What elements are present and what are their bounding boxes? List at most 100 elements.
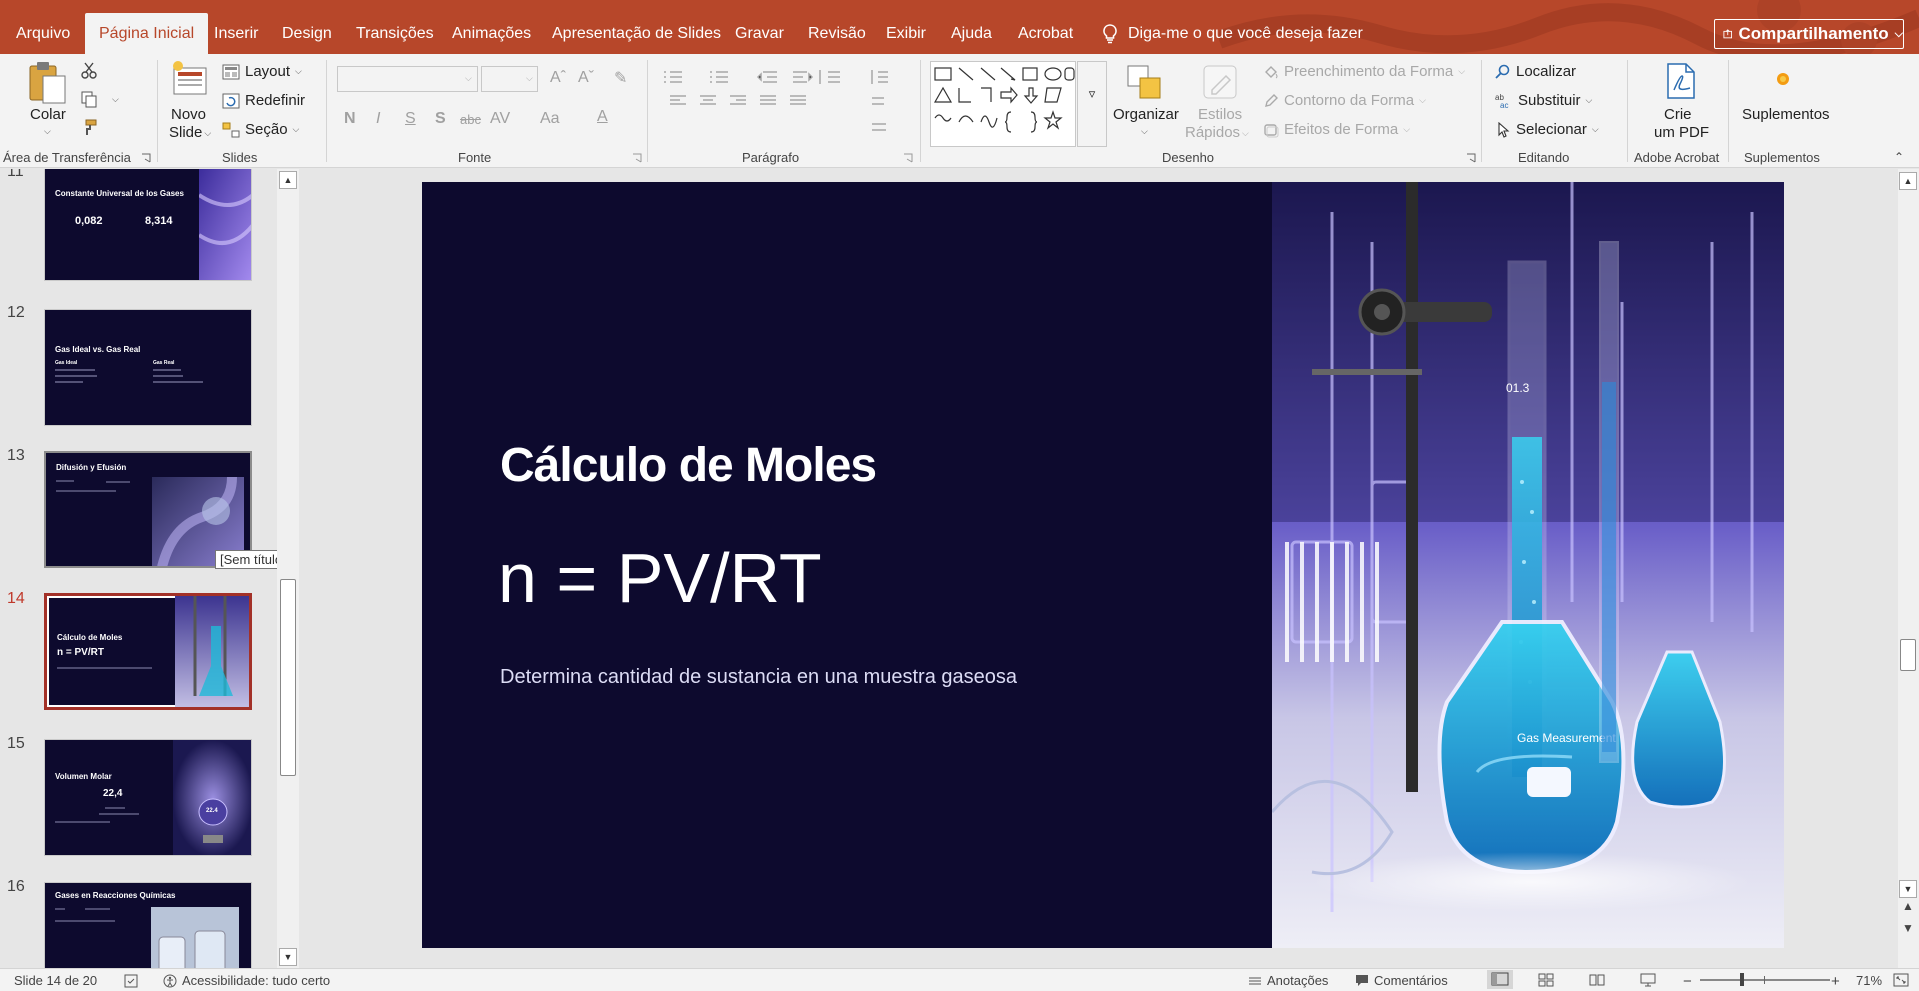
share-button[interactable]: Compartilhamento ⌵ — [1714, 19, 1904, 49]
italic-icon[interactable]: I — [376, 110, 380, 128]
format-painter-icon[interactable] — [80, 118, 98, 136]
slide-thumbnail-12[interactable]: Gas Ideal vs. Gas Real Gas Ideal Gas Rea… — [44, 309, 252, 426]
thumbnail-title: Cálculo de Moles — [57, 633, 123, 642]
slide-sorter-icon[interactable] — [1538, 973, 1554, 987]
slide-thumbnail-15[interactable]: Volumen Molar 22,4 22.4 — [44, 739, 252, 856]
zoom-level[interactable]: 71% — [1856, 973, 1882, 988]
increase-font-icon[interactable]: Aˆ — [550, 69, 566, 87]
clear-formatting-icon[interactable]: ✎ — [614, 68, 627, 88]
editor-scrollbar[interactable]: ▲ ▼ ▲︎ ▼︎ — [1898, 169, 1919, 968]
reset-button[interactable]: Redefinir — [222, 92, 305, 109]
text-shadow-icon[interactable]: S — [435, 110, 446, 128]
add-ins-label[interactable]: Suplementos — [1742, 106, 1830, 124]
reset-label: Redefinir — [245, 92, 306, 109]
collapse-ribbon-icon[interactable]: ⌃ — [1894, 150, 1904, 164]
new-slide-button[interactable]: Slide ⌵ — [169, 124, 211, 142]
character-spacing-icon[interactable]: AV — [490, 110, 510, 128]
font-color-icon[interactable]: A — [597, 108, 608, 126]
shapes-more-button[interactable]: ▿ — [1077, 61, 1107, 147]
section-icon — [222, 122, 240, 137]
tab-acrobat[interactable]: Acrobat — [1004, 13, 1087, 54]
arrange-chevron-icon[interactable]: ⌵ — [1141, 126, 1148, 137]
paste-button[interactable] — [26, 60, 70, 108]
add-ins-icon[interactable] — [1774, 70, 1792, 88]
copy-chevron-icon[interactable]: ⌵ — [112, 94, 119, 105]
select-button[interactable]: Selecionar ⌵ — [1495, 121, 1599, 138]
slideshow-icon[interactable] — [1640, 973, 1656, 987]
thumbnail-text-lines — [55, 807, 139, 823]
tab-exibir[interactable]: Exibir — [872, 13, 940, 54]
tab-revisao[interactable]: Revisão — [794, 13, 880, 54]
shapes-gallery[interactable] — [930, 61, 1076, 147]
zoom-slider-thumb[interactable] — [1740, 973, 1744, 986]
dialog-launcher-icon[interactable] — [903, 153, 913, 163]
accessibility-status[interactable]: Acessibilidade: tudo certo — [163, 973, 330, 988]
font-name-combobox[interactable] — [337, 66, 478, 92]
find-button[interactable]: Localizar — [1495, 63, 1576, 80]
normal-view-button[interactable] — [1487, 970, 1513, 989]
new-slide-icon[interactable] — [170, 60, 210, 100]
decrease-font-icon[interactable]: Aˇ — [578, 69, 594, 87]
scroll-up-icon[interactable]: ▲ — [1899, 172, 1917, 190]
share-icon — [1723, 29, 1733, 39]
slide-title[interactable]: Cálculo de Moles — [500, 438, 877, 493]
thumbnail-scrollbar-thumb[interactable] — [280, 579, 296, 776]
zoom-slider[interactable] — [1700, 973, 1830, 986]
zoom-in-icon[interactable]: + — [1831, 973, 1840, 990]
slide-counter: Slide 14 de 20 — [14, 973, 98, 988]
fit-to-window-icon[interactable] — [1893, 973, 1909, 987]
shapes-icon — [933, 67, 1075, 133]
strikethrough-icon[interactable]: abc — [460, 112, 481, 127]
quick-styles-icon[interactable] — [1200, 62, 1240, 102]
dialog-launcher-icon[interactable] — [1466, 153, 1476, 163]
tab-design[interactable]: Design — [268, 13, 346, 54]
comments-button[interactable]: Comentários — [1355, 973, 1448, 988]
shape-outline-button[interactable]: Contorno da Forma ⌵ — [1263, 92, 1426, 109]
dialog-launcher-icon[interactable] — [632, 153, 642, 163]
arrange-icon[interactable] — [1124, 62, 1164, 102]
previous-slide-icon[interactable]: ▲︎ — [1902, 899, 1914, 913]
scroll-down-icon[interactable]: ▼ — [279, 948, 297, 966]
notes-button[interactable]: Anotações — [1248, 973, 1328, 988]
tube-label: 01.3 — [1506, 381, 1530, 395]
editor-scrollbar-thumb[interactable] — [1900, 639, 1916, 671]
tab-arquivo[interactable]: Arquivo — [2, 13, 84, 54]
paste-chevron-icon[interactable]: ⌵ — [44, 126, 51, 137]
cut-icon[interactable] — [80, 62, 98, 80]
spelling-icon[interactable] — [124, 974, 138, 988]
dialog-launcher-icon[interactable] — [141, 153, 151, 163]
change-case-icon[interactable]: Aa — [540, 110, 560, 128]
scroll-down-icon[interactable]: ▼ — [1899, 880, 1917, 898]
section-button[interactable]: Seção ⌵ — [222, 121, 299, 138]
scroll-up-icon[interactable]: ▲ — [279, 171, 297, 189]
quick-styles-button[interactable]: Rápidos ⌵ — [1185, 124, 1249, 142]
accessibility-icon — [163, 974, 177, 987]
reading-view-icon[interactable] — [1589, 973, 1605, 987]
tell-me-box[interactable]: Diga-me o que você deseja fazer — [1102, 13, 1363, 54]
bold-icon[interactable]: N — [344, 110, 356, 128]
tab-transicoes[interactable]: Transições — [342, 13, 448, 54]
slide-formula[interactable]: n = PV/RT — [498, 538, 822, 618]
slide-subtitle[interactable]: Determina cantidad de sustancia en una m… — [500, 666, 1017, 689]
create-pdf-icon[interactable] — [1664, 62, 1698, 100]
next-slide-icon[interactable]: ▼︎ — [1902, 921, 1914, 935]
slide-thumbnail-14[interactable]: Cálculo de Moles n = PV/RT — [44, 593, 252, 710]
zoom-out-icon[interactable]: − — [1683, 973, 1692, 990]
tab-pagina-inicial[interactable]: Página Inicial — [85, 13, 209, 54]
tab-animacoes[interactable]: Animações — [438, 13, 545, 54]
thumbnail-scrollbar[interactable]: ▲ ▼ — [277, 169, 299, 968]
copy-icon[interactable] — [80, 90, 98, 108]
replace-button[interactable]: ab ac Substituir ⌵ — [1495, 92, 1592, 109]
tab-ajuda[interactable]: Ajuda — [937, 13, 1006, 54]
tab-gravar[interactable]: Gravar — [721, 13, 798, 54]
shape-effects-button[interactable]: Efeitos de Forma ⌵ — [1263, 121, 1410, 138]
underline-icon[interactable]: S — [405, 110, 416, 128]
tab-inserir[interactable]: Inserir — [200, 13, 272, 54]
layout-button[interactable]: Layout ⌵ — [222, 63, 302, 80]
slide-thumbnail-16[interactable]: Gases en Reacciones Químicas — [44, 882, 252, 968]
laboratory-glassware-image[interactable]: 01.3 Gas Measurement — [1272, 182, 1784, 948]
slide-thumbnail-11[interactable]: Constante Universal de los Gases 0,082 8… — [44, 169, 252, 281]
tab-apresentacao-de-slides[interactable]: Apresentação de Slides — [538, 13, 735, 54]
shape-fill-button[interactable]: Preenchimento da Forma ⌵ — [1263, 63, 1465, 80]
current-slide[interactable]: Cálculo de Moles n = PV/RT Determina can… — [422, 182, 1784, 948]
